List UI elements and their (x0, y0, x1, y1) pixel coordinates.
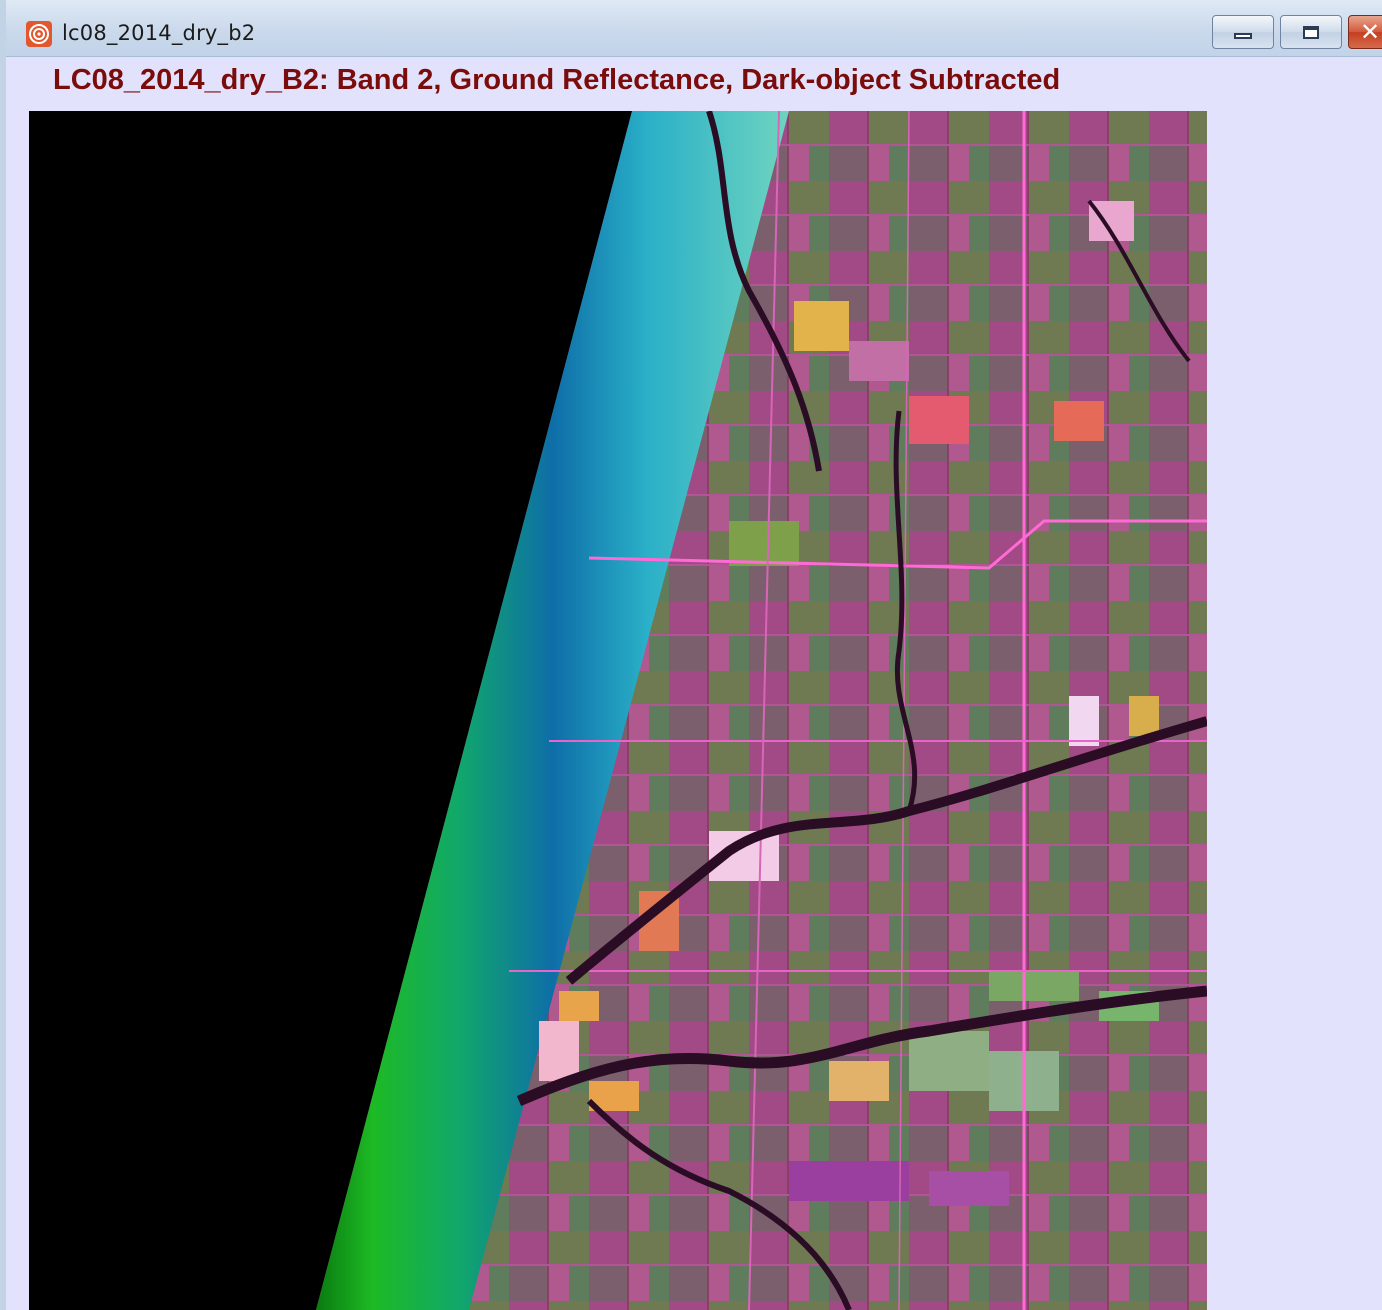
satellite-image-view[interactable] (29, 111, 1207, 1310)
window-title: lc08_2014_dry_b2 (62, 21, 256, 45)
raster-layer-title: LC08_2014_dry_B2: Band 2, Ground Reflect… (53, 64, 1061, 96)
minimize-button[interactable] (1212, 15, 1274, 49)
close-button[interactable]: ✕ (1348, 15, 1382, 49)
window-titlebar[interactable]: lc08_2014_dry_b2 ✕ (6, 0, 1382, 57)
close-icon: ✕ (1359, 18, 1381, 46)
maximize-icon (1303, 25, 1319, 39)
satellite-image (316, 111, 1207, 1310)
raster-display-window: lc08_2014_dry_b2 ✕ LC08_2014_dry_B2: Ban… (0, 0, 1382, 1310)
minimize-icon (1234, 33, 1252, 39)
idrisi-app-icon (26, 21, 52, 47)
maximize-button[interactable] (1280, 15, 1342, 49)
